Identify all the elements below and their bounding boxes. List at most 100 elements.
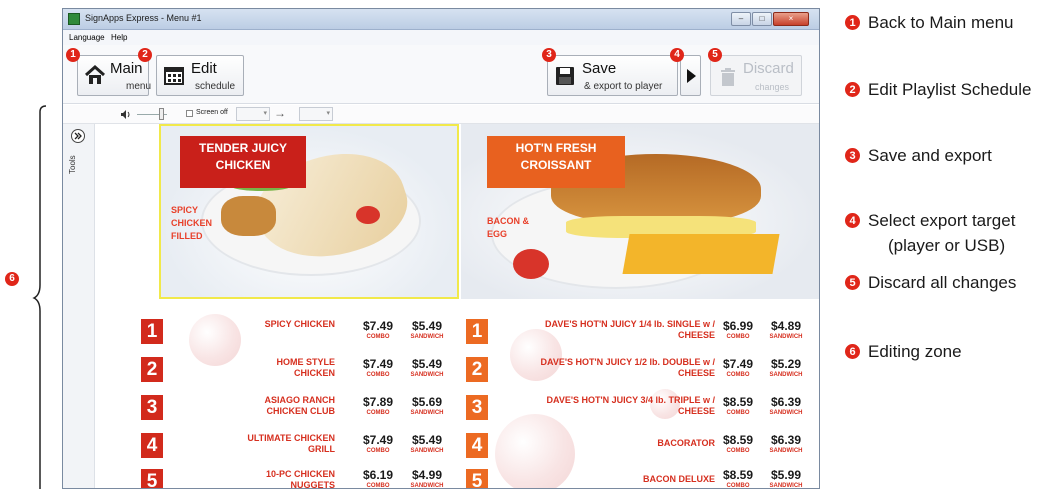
callout-5: 5 [708,48,722,62]
title-bar[interactable]: SignApps Express - Menu #1 – □ × [63,9,819,30]
sandwich-label: SANDWICH [769,448,803,454]
sandwich-price: $4.89 [770,319,802,333]
calendar-icon [164,67,184,85]
combo-price: $6.19 [362,468,394,482]
sandwich-price: $6.39 [770,395,802,409]
sandwich-price: $6.39 [770,433,802,447]
item-number: 1 [141,319,163,344]
legend-text: Editing zone [868,342,962,361]
sandwich-price: $5.69 [411,395,443,409]
combo-price: $7.49 [362,319,394,333]
combo-price: $7.49 [722,357,754,371]
sandwich-label: SANDWICH [769,334,803,340]
start-select[interactable]: ▾ [236,107,270,121]
item-name: SPICY CHICKEN [264,319,335,329]
combo-label: COMBO [726,448,750,454]
minimize-button[interactable]: – [731,12,751,26]
combo-price: $8.59 [722,433,754,447]
maximize-button[interactable]: □ [752,12,772,26]
item-number: 4 [141,433,163,458]
save-export-button[interactable]: Save & export to player [547,55,678,96]
legend-number: 4 [844,212,861,229]
cheese-shape [622,234,780,274]
callout-1: 1 [66,48,80,62]
main-menu-button[interactable]: Main menu [77,55,151,96]
tomato-right-shape [513,249,549,279]
arrow-separator: → [274,106,286,120]
combo-label: COMBO [366,448,390,454]
combo-price: $7.89 [362,395,394,409]
sandwich-price: $5.49 [411,433,443,447]
item-name: BACORATOR [657,438,715,448]
combo-label: COMBO [366,334,390,340]
app-icon [68,13,80,25]
playback-bar: Screen off ▾ → ▾ [63,105,819,124]
legend-text: Select export target [868,211,1016,230]
editing-zone-bracket [32,105,47,489]
discard-changes-button[interactable]: Discard changes [710,55,802,96]
tools-panel: Tools [63,124,95,488]
save-label: Save [582,60,617,77]
legend-number: 2 [844,81,861,98]
editing-zone[interactable]: TENDER JUICY CHICKEN SPICY CHICKEN FILLE… [105,124,819,489]
menu-bar: Language Help [63,30,819,45]
sandwich-price: $5.49 [411,319,443,333]
window-title: SignApps Express - Menu #1 [85,13,202,23]
sandwich-label: SANDWICH [410,334,444,340]
banner-left: TENDER JUICY CHICKEN [180,136,306,188]
triangle-right-icon [687,69,696,83]
item-name: DAVE'S HOT'N JUICY 3/4 lb. TRIPLE w / CH… [546,395,715,416]
sandwich-label: SANDWICH [410,372,444,378]
toolbar: Main menu Edit schedule Save & export to… [63,45,819,104]
floppy-disk-icon [556,67,574,85]
speaker-icon [121,110,130,119]
legend-number: 5 [844,274,861,291]
callout-6: 6 [5,272,19,286]
tools-expand-button[interactable] [71,129,85,143]
legend-text: Back to Main menu [868,13,1014,32]
combo-price: $6.99 [722,319,754,333]
menu-help[interactable]: Help [111,33,127,42]
sandwich-price: $5.49 [411,357,443,371]
screen-off-checkbox[interactable] [186,110,193,117]
end-select[interactable]: ▾ [299,107,333,121]
item-number: 3 [141,395,163,420]
item-name: 10-PC CHICKEN NUGGETS [265,469,335,489]
item-name: ULTIMATE CHICKEN GRILL [247,433,335,454]
combo-label: COMBO [366,372,390,378]
item-name: DAVE'S HOT'N JUICY 1/4 lb. SINGLE w / CH… [545,319,715,340]
sandwich-price: $5.29 [770,357,802,371]
app-window: SignApps Express - Menu #1 – □ × Languag… [62,8,820,489]
combo-label: COMBO [366,483,390,489]
combo-price: $7.49 [362,433,394,447]
export-target-button[interactable] [680,55,701,96]
item-number: 4 [466,433,488,458]
callout-3: 3 [542,48,556,62]
tools-label: Tools [68,155,77,174]
bubble-decoration [189,314,241,366]
tag-right: BACON & EGG [487,216,529,239]
item-name: HOME STYLE CHICKEN [276,357,335,378]
sandwich-label: SANDWICH [769,372,803,378]
screen-off-label: Screen off [196,109,228,116]
sandwich-label: SANDWICH [410,410,444,416]
legend-text: Save and export [868,146,992,165]
combo-price: $7.49 [362,357,394,371]
legend-text-secondary: (player or USB) [888,236,1006,255]
save-sublabel: & export to player [584,81,663,92]
item-number: 2 [141,357,163,382]
menu-language[interactable]: Language [69,33,105,42]
chevron-right-icon [74,132,82,140]
trash-icon [721,68,735,86]
legend-text: Edit Playlist Schedule [868,80,1032,99]
combo-label: COMBO [726,410,750,416]
close-button[interactable]: × [773,12,809,26]
legend-text: Discard all changes [868,273,1017,292]
volume-slider-handle[interactable] [159,108,164,120]
item-name: DAVE'S HOT'N JUICY 1/2 lb. DOUBLE w / CH… [540,357,715,378]
discard-sublabel: changes [755,82,790,92]
legend-number: 3 [844,147,861,164]
edit-schedule-button[interactable]: Edit schedule [156,55,244,96]
item-number: 5 [466,469,488,488]
sandwich-label: SANDWICH [769,410,803,416]
